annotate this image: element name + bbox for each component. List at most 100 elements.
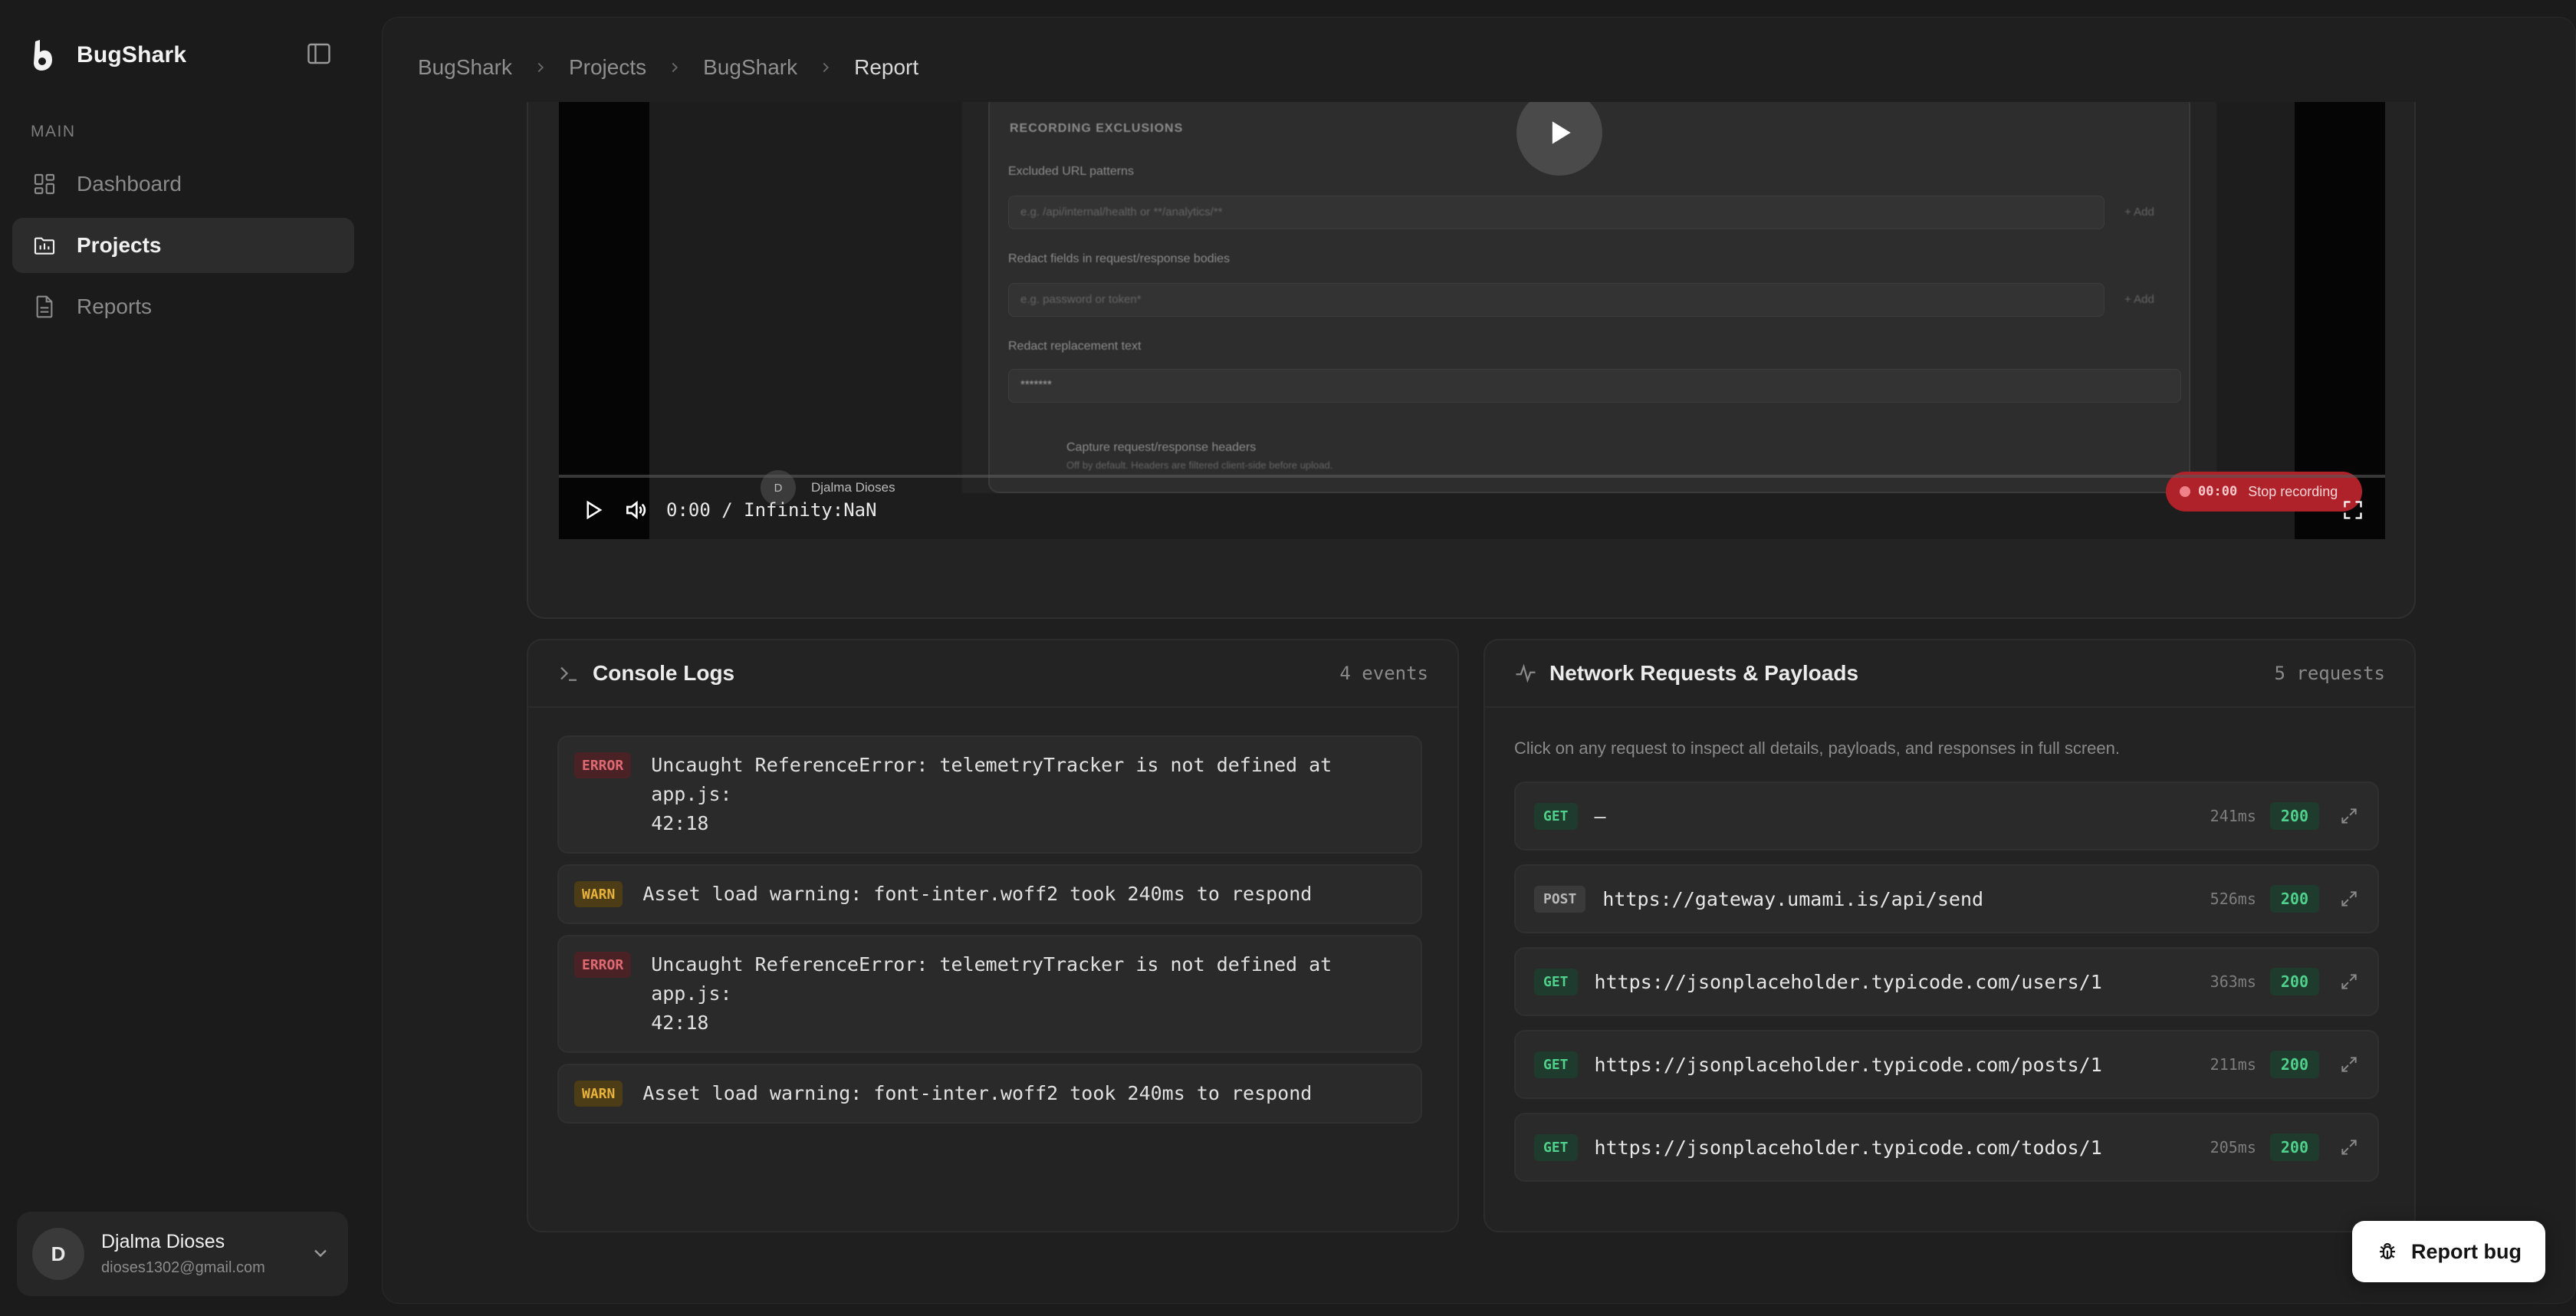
breadcrumb: BugShark Projects BugShark Report [418,48,918,87]
network-hint: Click on any request to inspect all deta… [1514,739,2120,758]
play-icon [586,500,603,520]
bugshark-logo-icon [34,40,52,71]
log-message: Uncaught ReferenceError: telemetryTracke… [651,751,1405,838]
network-request-count: 5 requests [2274,663,2386,684]
blurred-field-label: Redact replacement text [1008,340,1142,353]
network-request-row[interactable]: GET https://jsonplaceholder.typicode.com… [1514,1113,2379,1182]
request-method-badge: GET [1534,968,1578,995]
status-badge: 200 [2269,1051,2319,1078]
chevron-right-icon [823,62,830,73]
network-requests-title: Network Requests & Payloads [1549,661,1859,685]
request-duration: 241ms [2210,807,2256,825]
fullscreen-icon [2344,501,2362,519]
status-badge: 200 [2269,802,2319,830]
console-logs-panel: Console Logs 4 events ERROR Uncaught Ref… [527,639,1459,1232]
user-menu[interactable]: D Djalma Dioses dioses1302@gmail.com [17,1212,348,1296]
log-message-line: Uncaught ReferenceError: telemetryTracke… [651,953,1332,1005]
video-progress-bar[interactable] [559,475,2385,478]
video-controls: 0:00 / Infinity:NaN [559,489,2385,531]
sidebar-item-reports[interactable]: Reports [12,279,354,334]
blurred-value: ******* [1020,378,1052,391]
console-log-item[interactable]: WARN Asset load warning: font-inter.woff… [557,1064,1422,1124]
brand[interactable]: BugShark [31,37,186,74]
session-replay-player[interactable]: RECORDING EXCLUSIONS Excluded URL patter… [559,64,2385,539]
report-bug-label: Report bug [2411,1239,2522,1263]
main-content: RECORDING EXCLUSIONS Excluded URL patter… [382,17,2576,1304]
log-message-line: Uncaught ReferenceError: telemetryTracke… [651,754,1332,805]
top-bar: BugShark Projects BugShark Report [383,18,2575,102]
log-message: Asset load warning: font-inter.woff2 too… [642,883,1313,905]
blurred-placeholder: e.g. password or token* [1020,293,1142,306]
request-duration: 526ms [2210,890,2256,908]
blurred-add-button: + Add [2124,206,2154,219]
console-log-item[interactable]: ERROR Uncaught ReferenceError: telemetry… [557,735,1422,854]
user-name: Djalma Dioses [101,1231,225,1252]
request-url: https://jsonplaceholder.typicode.com/use… [1594,970,2102,993]
log-message-line: 42:18 [651,812,709,834]
fullscreen-button[interactable] [2338,495,2368,525]
terminal-icon [560,666,577,681]
log-message: Asset load warning: font-inter.woff2 too… [642,1082,1313,1104]
chevron-right-icon [537,62,544,73]
sidebar-item-label: Dashboard [77,172,182,196]
request-method-badge: GET [1534,802,1578,830]
volume-icon [626,500,646,520]
reports-icon [32,294,57,319]
status-badge: 200 [2269,885,2319,913]
breadcrumb-current: Report [854,55,919,79]
expand-icon[interactable] [2339,1137,2359,1157]
network-requests-header: Network Requests & Payloads 5 requests [1485,640,2414,708]
network-request-row[interactable]: GET https://jsonplaceholder.typicode.com… [1514,947,2379,1016]
request-duration: 211ms [2210,1055,2256,1074]
sidebar-toggle-button[interactable] [305,40,333,67]
bug-icon [2380,1242,2395,1259]
sidebar-item-label: Reports [77,294,153,318]
session-replay-card: RECORDING EXCLUSIONS Excluded URL patter… [527,64,2416,619]
blurred-toggle-sub: Off by default. Headers are filtered cli… [1066,459,1333,471]
report-bug-button[interactable]: Report bug [2352,1221,2545,1282]
log-level-badge: WARN [574,1081,623,1107]
log-message-line: 42:18 [651,1012,709,1034]
expand-icon[interactable] [2339,889,2359,909]
expand-icon[interactable] [2339,972,2359,992]
console-log-item[interactable]: ERROR Uncaught ReferenceError: telemetry… [557,935,1422,1053]
volume-button[interactable] [620,495,651,525]
chevron-down-icon [314,1249,327,1258]
sidebar-item-label: Projects [77,233,162,257]
network-requests-panel: Network Requests & Payloads 5 requests C… [1484,639,2416,1232]
sidebar-toggle-icon [307,43,330,64]
breadcrumb-item[interactable]: BugShark [703,55,797,80]
request-duration: 363ms [2210,972,2256,991]
blurred-add-button: + Add [2124,293,2154,306]
play-button[interactable] [577,495,608,525]
log-message: Uncaught ReferenceError: telemetryTracke… [651,950,1405,1038]
sidebar-item-projects[interactable]: Projects [12,218,354,273]
console-event-count: 4 events [1339,663,1428,684]
chevron-right-icon [672,62,678,73]
console-log-item[interactable]: WARN Asset load warning: font-inter.woff… [557,864,1422,924]
request-url: – [1594,804,1606,827]
log-level-badge: ERROR [574,952,632,978]
request-url: https://jsonplaceholder.typicode.com/pos… [1594,1053,2102,1076]
sidebar: BugShark MAIN Dashboard Projects Reports… [0,0,377,1316]
request-url: https://jsonplaceholder.typicode.com/tod… [1594,1136,2102,1159]
sidebar-item-dashboard[interactable]: Dashboard [12,156,354,212]
expand-icon[interactable] [2339,806,2359,826]
play-overlay-button[interactable] [1516,90,1602,176]
sidebar-section-label: MAIN [31,123,76,140]
app-name: BugShark [77,42,187,67]
blurred-section-title: RECORDING EXCLUSIONS [1010,122,1184,135]
breadcrumb-item[interactable]: BugShark [418,55,512,80]
projects-icon [32,233,57,258]
network-request-row[interactable]: GET – 241ms 200 [1514,781,2379,850]
console-logs-header: Console Logs 4 events [528,640,1457,708]
network-request-row[interactable]: GET https://jsonplaceholder.typicode.com… [1514,1030,2379,1099]
console-logs-title: Console Logs [593,661,735,685]
network-request-row[interactable]: POST https://gateway.umami.is/api/send 5… [1514,864,2379,933]
network-request-list: GET – 241ms 200 POST https://gateway.uma… [1514,781,2379,1196]
avatar: D [32,1228,84,1280]
user-email: dioses1302@gmail.com [101,1259,265,1276]
blurred-field-label: Excluded URL patterns [1008,165,1134,178]
breadcrumb-item[interactable]: Projects [569,55,646,80]
expand-icon[interactable] [2339,1054,2359,1074]
